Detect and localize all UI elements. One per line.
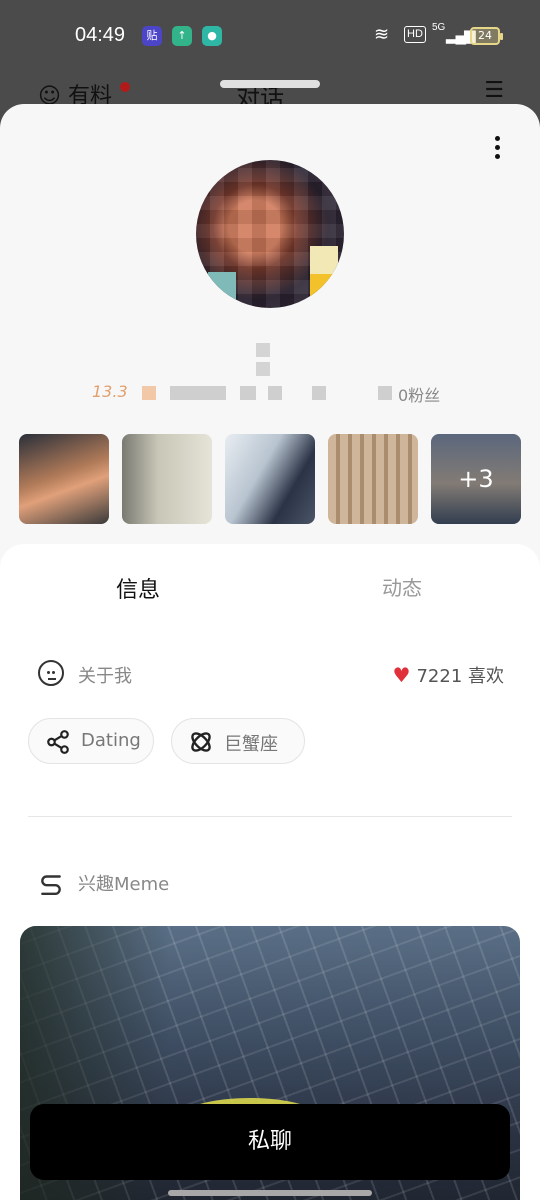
status-bar: 04:49 贴 ↑ ● ≋ HD 5G ▂▄▆ 24	[0, 0, 540, 72]
about-label: 关于我	[78, 666, 132, 687]
about-section: 关于我 ♥ 7221 喜欢	[38, 660, 504, 688]
upload-notification-icon: ↑	[172, 26, 192, 46]
battery-icon: 24	[470, 27, 503, 45]
likes-text: 7221 喜欢	[416, 666, 504, 687]
network-label: 5G	[432, 22, 446, 33]
smiley-icon	[38, 660, 64, 686]
hd-icon: HD	[404, 26, 426, 43]
age-text: 13.3	[92, 382, 128, 401]
sheet-grab-handle[interactable]	[220, 80, 320, 88]
username-blurred	[256, 342, 300, 376]
home-indicator[interactable]	[168, 1190, 372, 1196]
share-icon	[47, 730, 69, 754]
wifi-icon: ≋	[374, 24, 390, 44]
avatar[interactable]	[196, 160, 344, 308]
more-photos-count: +3	[431, 434, 521, 524]
photo-thumbnail[interactable]	[225, 434, 315, 524]
section-divider	[28, 816, 512, 817]
redacted-block	[312, 386, 326, 400]
contacts-menu-icon[interactable]: ☰	[484, 78, 504, 103]
tag-label: 巨蟹座	[224, 734, 278, 755]
redacted-block	[378, 386, 392, 400]
heart-icon: ♥	[392, 663, 411, 687]
photo-thumbnail[interactable]	[122, 434, 212, 524]
notification-dot	[120, 82, 130, 92]
redacted-block	[170, 386, 226, 400]
tag-chip-dating[interactable]: Dating	[28, 718, 154, 764]
photo-thumbnail-more[interactable]: +3	[431, 434, 521, 524]
photo-thumbnail[interactable]	[328, 434, 418, 524]
app-notification-icon: 贴	[142, 26, 162, 46]
redacted-block	[240, 386, 256, 400]
tag-chip-zodiac[interactable]: 巨蟹座	[171, 718, 305, 764]
interest-label: 兴趣Meme	[78, 874, 170, 895]
status-time: 04:49	[75, 24, 126, 46]
tag-label: Dating	[81, 730, 141, 751]
photo-thumbnail[interactable]	[19, 434, 109, 524]
cancer-zodiac-icon	[191, 732, 211, 752]
photo-strip: +3	[19, 434, 529, 524]
likes-counter: ♥ 7221 喜欢	[393, 662, 504, 688]
profile-sheet: 13.3 0粉丝 +3 信息 动态 关于我 ♥ 7221 喜欢 Dating 巨…	[0, 104, 540, 1200]
profile-content-card: 信息 动态 关于我 ♥ 7221 喜欢 Dating 巨蟹座 兴趣Meme	[0, 544, 540, 1200]
more-options-icon[interactable]	[490, 134, 504, 162]
chat-notification-icon: ●	[202, 26, 222, 46]
redacted-block	[142, 386, 156, 400]
tab-dynamics[interactable]: 动态	[382, 572, 422, 601]
fans-count: 0粉丝	[398, 386, 441, 405]
profile-stats: 13.3 0粉丝	[92, 382, 472, 405]
redacted-block	[268, 386, 282, 400]
private-chat-button[interactable]: 私聊	[30, 1104, 510, 1180]
tab-info[interactable]: 信息	[116, 572, 160, 604]
meme-logo-icon	[41, 875, 61, 896]
